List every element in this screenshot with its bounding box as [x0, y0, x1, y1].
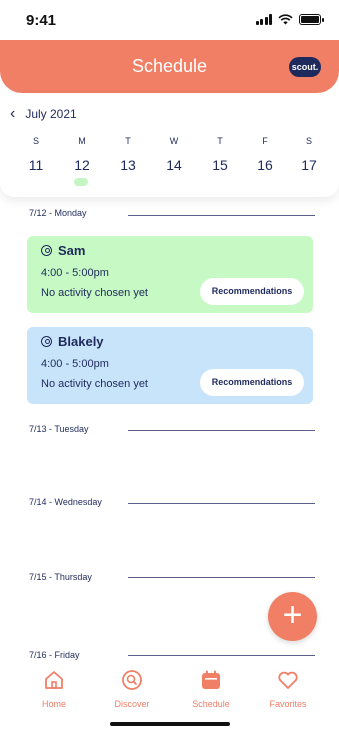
- weekday-label: T: [217, 136, 223, 146]
- child-name: Blakely: [58, 334, 104, 349]
- app-header: Schedule scout.: [0, 40, 339, 93]
- tab-schedule[interactable]: Schedule: [176, 668, 246, 709]
- child-name: Sam: [58, 243, 86, 258]
- home-indicator: [110, 722, 230, 726]
- user-icon: [41, 336, 52, 347]
- user-icon: [41, 245, 52, 256]
- day-header: 7/12 - Monday: [29, 208, 87, 218]
- heart-icon: [253, 668, 323, 692]
- wifi-icon: [278, 14, 293, 25]
- card-header: Blakely: [41, 334, 104, 349]
- tab-label: Schedule: [192, 699, 230, 709]
- day-header: 7/14 - Wednesday: [29, 497, 102, 507]
- divider-line: [128, 655, 315, 656]
- day-number[interactable]: 17: [294, 157, 324, 173]
- divider-line: [128, 503, 315, 504]
- week-calendar: ‹ July 2021 S M T W T F S 11 12 13 14 15…: [0, 93, 339, 197]
- day-number[interactable]: 13: [113, 157, 143, 173]
- weekday-label: M: [78, 136, 86, 146]
- cellular-signal-icon: [255, 14, 272, 25]
- calendar-icon: [176, 668, 246, 692]
- day-header: 7/13 - Tuesday: [29, 424, 89, 434]
- add-button[interactable]: +: [268, 592, 317, 641]
- month-selector: ‹ July 2021: [10, 106, 77, 122]
- schedule-card-blakely[interactable]: Blakely 4:00 - 5:00pm No activity chosen…: [27, 327, 313, 404]
- status-time: 9:41: [26, 12, 57, 29]
- battery-icon: [299, 14, 324, 25]
- day-header: 7/15 - Thursday: [29, 572, 92, 582]
- status-icons: [255, 14, 324, 25]
- chevron-left-icon[interactable]: ‹: [10, 106, 15, 122]
- month-label: July 2021: [25, 107, 77, 121]
- weekday-label: S: [305, 136, 312, 146]
- recommendations-button[interactable]: Recommendations: [200, 278, 304, 305]
- schedule-card-sam[interactable]: Sam 4:00 - 5:00pm No activity chosen yet…: [27, 236, 313, 313]
- tab-discover[interactable]: Discover: [97, 668, 167, 709]
- day-number[interactable]: 11: [21, 157, 51, 173]
- tab-label: Discover: [114, 699, 150, 709]
- divider-line: [128, 430, 315, 431]
- tab-label: Favorites: [269, 699, 307, 709]
- tab-label: Home: [41, 699, 66, 709]
- event-indicator-dot: [74, 178, 88, 186]
- day-number-selected[interactable]: 12: [67, 157, 97, 173]
- weekday-label: S: [32, 136, 39, 146]
- activity-status: No activity chosen yet: [41, 378, 148, 390]
- tab-favorites[interactable]: Favorites: [253, 668, 323, 709]
- divider-line: [128, 215, 315, 216]
- weekday-label: W: [169, 136, 179, 146]
- time-slot: 4:00 - 5:00pm: [41, 358, 109, 370]
- day-header: 7/16 - Friday: [29, 650, 80, 660]
- day-number[interactable]: 16: [250, 157, 280, 173]
- activity-status: No activity chosen yet: [41, 287, 148, 299]
- day-number[interactable]: 14: [159, 157, 189, 173]
- home-icon: [19, 668, 89, 692]
- tab-home[interactable]: Home: [19, 668, 89, 709]
- weekday-label: F: [262, 136, 268, 146]
- recommendations-button[interactable]: Recommendations: [200, 369, 304, 396]
- day-number[interactable]: 15: [205, 157, 235, 173]
- scout-logo: scout.: [289, 57, 321, 77]
- discover-icon: [97, 668, 167, 692]
- status-bar: 9:41: [0, 0, 339, 40]
- divider-line: [128, 577, 315, 578]
- time-slot: 4:00 - 5:00pm: [41, 267, 109, 279]
- card-header: Sam: [41, 243, 85, 258]
- weekday-label: T: [125, 136, 131, 146]
